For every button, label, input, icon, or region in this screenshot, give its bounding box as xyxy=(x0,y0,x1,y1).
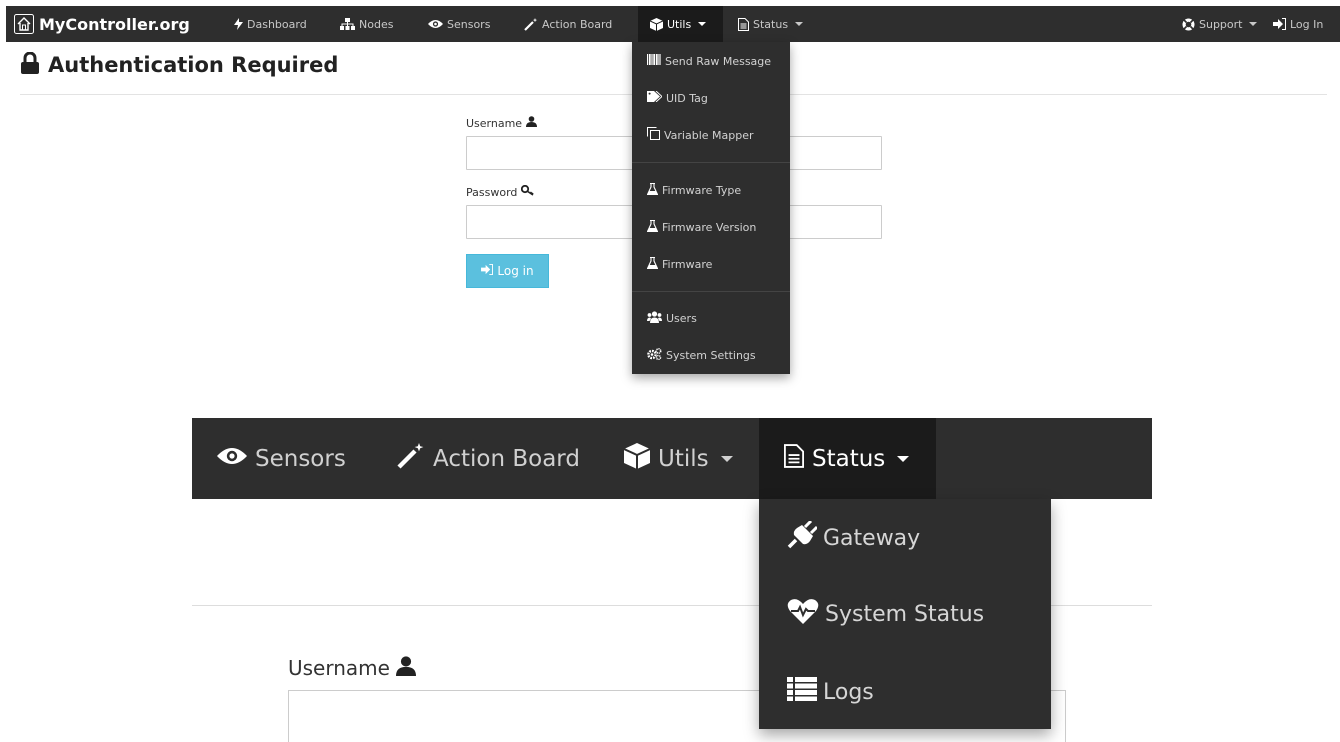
zoom-nav-utils-label: Utils xyxy=(658,445,709,472)
barcode-icon xyxy=(646,54,661,68)
magic-icon xyxy=(397,442,425,475)
menu-item-firmware-type[interactable]: Firmware Type xyxy=(646,180,742,200)
menu-item-firmware[interactable]: Firmware xyxy=(646,254,713,274)
nav-sensors[interactable]: Sensors xyxy=(428,6,490,42)
nav-nodes[interactable]: Nodes xyxy=(340,6,393,42)
username-label: Username xyxy=(466,116,538,130)
menu-item-logs[interactable]: Logs xyxy=(787,672,874,712)
zoom-nav-action-board-label: Action Board xyxy=(433,445,580,472)
menu-item-firmware-version-label: Firmware Version xyxy=(662,220,757,234)
menu-item-variable-mapper-label: Variable Mapper xyxy=(664,128,754,142)
menu-item-gateway-label: Gateway xyxy=(823,525,921,551)
status-dropdown-menu: Gateway System Status Logs xyxy=(759,499,1051,729)
nav-sensors-label: Sensors xyxy=(447,17,491,31)
log-in-button-label: Log in xyxy=(497,264,534,278)
menu-item-users-label: Users xyxy=(666,311,697,325)
menu-item-send-raw-message[interactable]: Send Raw Message xyxy=(646,51,772,71)
nav-dashboard[interactable]: Dashboard xyxy=(234,6,307,42)
zoom-nav-status[interactable]: Status xyxy=(759,418,936,499)
cube-icon xyxy=(650,17,663,31)
users-icon xyxy=(647,310,662,326)
user-icon xyxy=(526,116,538,130)
top-navbar: MyController.org Dashboard Nodes Sensors… xyxy=(6,6,1340,42)
nav-support-label: Support xyxy=(1199,17,1243,31)
zoom-nav-utils[interactable]: Utils xyxy=(623,418,733,499)
menu-item-logs-label: Logs xyxy=(823,679,874,705)
menu-item-variable-mapper[interactable]: Variable Mapper xyxy=(647,125,754,145)
username-label-text: Username xyxy=(466,116,523,130)
nav-log-in[interactable]: Log In xyxy=(1273,6,1323,42)
sign-in-icon xyxy=(481,264,494,278)
menu-item-firmware-label: Firmware xyxy=(662,257,713,271)
file-text-icon xyxy=(784,443,804,475)
page-title-text: Authentication Required xyxy=(48,53,339,77)
plug-icon xyxy=(787,519,819,555)
menu-item-system-status[interactable]: System Status xyxy=(787,594,984,634)
zoom-nav-sensors-label: Sensors xyxy=(255,445,346,472)
cogs-icon xyxy=(647,347,662,363)
bolt-icon xyxy=(234,18,243,30)
heartbeat-icon xyxy=(787,598,819,630)
menu-item-uid-tag-label: UID Tag xyxy=(666,91,708,105)
flask-icon xyxy=(646,219,659,235)
menu-item-gateway[interactable]: Gateway xyxy=(787,518,920,558)
menu-item-system-settings[interactable]: System Settings xyxy=(647,345,756,365)
sitemap-icon xyxy=(340,18,355,30)
page-title: Authentication Required xyxy=(20,50,338,80)
menu-divider xyxy=(632,162,790,163)
password-label: Password xyxy=(466,184,535,199)
tags-icon xyxy=(647,90,663,105)
nav-nodes-label: Nodes xyxy=(359,17,394,31)
eye-icon xyxy=(217,446,247,472)
menu-item-system-settings-label: System Settings xyxy=(666,348,756,362)
file-text-icon xyxy=(738,17,749,31)
log-in-button[interactable]: Log in xyxy=(466,254,549,288)
nav-dashboard-label: Dashboard xyxy=(247,17,307,31)
life-ring-icon xyxy=(1182,18,1195,31)
magic-icon xyxy=(524,17,538,31)
caret-down-icon xyxy=(720,455,733,462)
key-icon xyxy=(521,184,535,199)
user-icon xyxy=(395,655,416,681)
zoomed-navbar: Sensors Action Board Utils Status xyxy=(192,418,1152,499)
flask-icon xyxy=(646,182,659,198)
lock-icon xyxy=(20,51,40,79)
menu-item-system-status-label: System Status xyxy=(825,601,985,627)
zoomed-username-label: Username xyxy=(288,652,416,684)
menu-item-firmware-version[interactable]: Firmware Version xyxy=(646,217,757,237)
nav-log-in-label: Log In xyxy=(1290,17,1324,31)
nav-action-board[interactable]: Action Board xyxy=(524,6,612,42)
menu-item-firmware-type-label: Firmware Type xyxy=(662,183,742,197)
zoomed-username-label-text: Username xyxy=(288,656,390,680)
caret-down-icon xyxy=(698,22,707,26)
menu-item-send-raw-message-label: Send Raw Message xyxy=(665,54,772,68)
flask-icon xyxy=(646,256,659,272)
password-label-text: Password xyxy=(466,185,518,199)
home-icon xyxy=(14,14,34,34)
page: MyController.org Dashboard Nodes Sensors… xyxy=(0,0,1340,742)
cube-icon xyxy=(623,442,651,475)
caret-down-icon xyxy=(1249,22,1258,26)
nav-action-board-label: Action Board xyxy=(542,17,613,31)
nav-utils[interactable]: Utils xyxy=(638,6,723,42)
nav-utils-label: Utils xyxy=(667,17,692,31)
clone-icon xyxy=(647,127,660,143)
sign-in-icon xyxy=(1273,18,1286,30)
nav-status-label: Status xyxy=(753,17,789,31)
brand-label: MyController.org xyxy=(39,14,190,34)
list-icon xyxy=(787,677,817,707)
zoom-nav-status-label: Status xyxy=(812,445,886,472)
caret-down-icon xyxy=(795,22,804,26)
caret-down-icon xyxy=(897,455,910,462)
menu-divider xyxy=(632,291,790,292)
eye-icon xyxy=(428,19,443,29)
utils-dropdown-menu: Send Raw Message UID Tag Variable Mapper… xyxy=(632,42,790,374)
menu-item-uid-tag[interactable]: UID Tag xyxy=(647,88,708,108)
brand-link[interactable]: MyController.org xyxy=(14,6,190,42)
nav-support[interactable]: Support xyxy=(1182,6,1258,42)
zoom-nav-action-board[interactable]: Action Board xyxy=(397,418,580,499)
nav-status[interactable]: Status xyxy=(738,6,804,42)
zoom-nav-sensors[interactable]: Sensors xyxy=(217,418,346,499)
menu-item-users[interactable]: Users xyxy=(647,308,697,328)
